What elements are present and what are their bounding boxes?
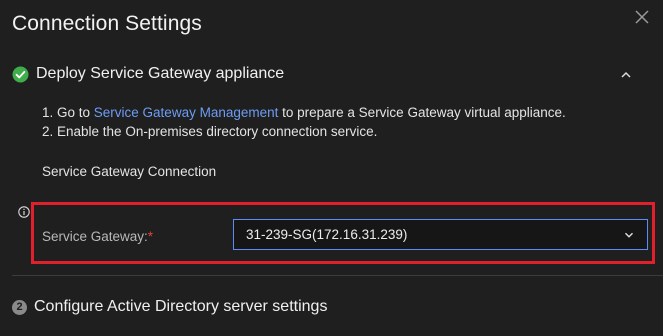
collapse-button[interactable]: [619, 68, 633, 82]
step-number-badge: 2: [12, 299, 27, 315]
info-icon[interactable]: [18, 205, 30, 218]
step-configure-header[interactable]: 2 Configure Active Directory server sett…: [12, 298, 327, 316]
section-divider: [12, 275, 663, 276]
service-gateway-management-link[interactable]: Service Gateway Management: [94, 105, 279, 120]
close-button[interactable]: [631, 6, 653, 28]
instructions: 1. Go to Service Gateway Management to p…: [42, 103, 566, 141]
step-title: Configure Active Directory server settin…: [34, 298, 328, 315]
service-gateway-label: Service Gateway:*: [42, 229, 153, 244]
step-title: Deploy Service Gateway appliance: [36, 65, 285, 82]
dialog-title: Connection Settings: [12, 12, 202, 35]
service-gateway-selected-value: 31-239-SG(172.16.31.239): [246, 227, 408, 242]
instruction-2: 2. Enable the On-premises directory conn…: [42, 124, 378, 139]
instruction-1: 1. Go to Service Gateway Management to p…: [42, 103, 566, 122]
required-marker: *: [147, 229, 154, 244]
service-gateway-label-text: Service Gateway:: [42, 229, 148, 244]
chevron-up-icon: [621, 71, 631, 78]
step-deploy-header[interactable]: Deploy Service Gateway appliance: [12, 65, 284, 83]
section-label: Service Gateway Connection: [42, 164, 217, 179]
check-circle-icon: [12, 66, 29, 83]
instruction-1-prefix: 1. Go to: [42, 105, 94, 120]
chevron-down-icon: [625, 232, 633, 238]
close-icon: [635, 10, 649, 24]
instruction-1-suffix: to prepare a Service Gateway virtual app…: [278, 105, 566, 120]
service-gateway-select[interactable]: 31-239-SG(172.16.31.239): [233, 219, 648, 250]
